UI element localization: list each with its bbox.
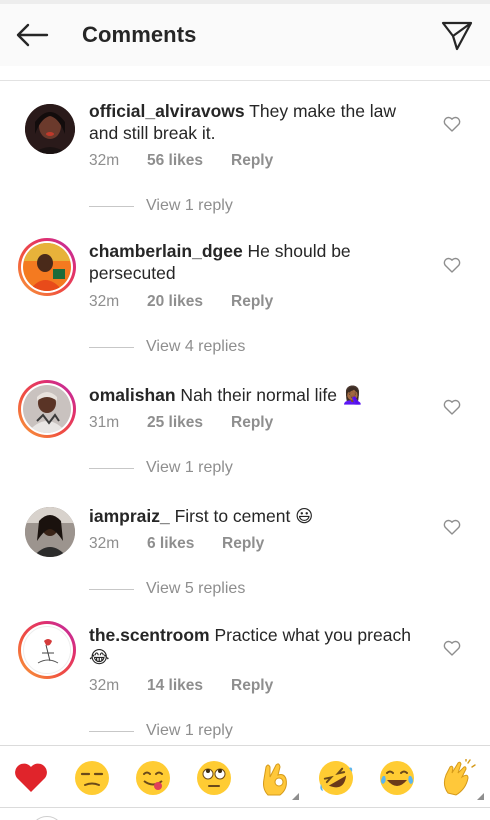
comment-text: omalishan Nah their normal life 🤦🏾‍♀️ [89, 384, 419, 406]
direct-share-button[interactable] [436, 16, 478, 56]
tears-of-joy-face-icon[interactable] [377, 758, 417, 798]
red-heart-icon [15, 763, 47, 792]
comment-meta: 32m 20 likes Reply [89, 293, 273, 311]
view-replies-label: View 1 reply [146, 197, 233, 214]
replies-divider-line [89, 467, 134, 469]
view-replies-button[interactable]: View 1 reply [89, 196, 233, 216]
tears-of-joy-face-glyph [380, 761, 414, 795]
unamused-face-glyph [75, 761, 109, 795]
view-replies-button[interactable]: View 1 reply [89, 458, 233, 478]
view-replies-label: View 4 replies [146, 338, 246, 355]
unamused-face-icon[interactable] [72, 758, 112, 798]
avatar[interactable] [21, 100, 79, 158]
comment-likes[interactable]: 25 likes [147, 414, 231, 432]
like-comment-button[interactable] [441, 638, 463, 658]
comment-meta: 32m 14 likes Reply [89, 677, 273, 695]
avatar[interactable] [18, 380, 76, 438]
view-replies-label: View 5 replies [146, 580, 246, 597]
heart-outline-icon [443, 640, 461, 656]
replies-divider-line [89, 588, 134, 590]
comment-meta: 31m 25 likes Reply [89, 414, 273, 432]
comment-text: iampraiz_ First to cement 😃 [89, 505, 419, 527]
avatar[interactable] [18, 238, 76, 296]
comment-item: chamberlain_dgee He should be persecuted… [0, 238, 490, 360]
skin-tone-indicator-icon [292, 793, 299, 800]
heart-outline-icon [443, 399, 461, 415]
reply-button[interactable]: Reply [231, 152, 273, 170]
emoji-quick-bar [0, 745, 490, 807]
yum-face-glyph [136, 761, 170, 795]
like-comment-button[interactable] [441, 517, 463, 537]
replies-divider-line [89, 346, 134, 348]
comment-text: chamberlain_dgee He should be persecuted [89, 240, 419, 284]
reply-button[interactable]: Reply [222, 535, 264, 553]
comment-username[interactable]: official_alviravows [89, 101, 245, 121]
comment-time: 32m [89, 293, 120, 310]
page-title: Comments [82, 22, 197, 47]
avatar[interactable] [18, 621, 76, 679]
comment-body: First to cement 😃 [169, 506, 314, 526]
comment-time: 31m [89, 414, 120, 431]
comment-meta: 32m 6 likes Reply [89, 535, 264, 553]
heart-outline-icon [443, 257, 461, 273]
header-divider [0, 80, 490, 81]
like-comment-button[interactable] [441, 397, 463, 417]
comment-composer [0, 808, 490, 820]
yum-face-icon[interactable] [133, 758, 173, 798]
back-button[interactable] [12, 18, 52, 52]
replies-divider-line [89, 730, 134, 732]
rofl-face-icon[interactable] [316, 758, 356, 798]
heart-outline-icon [443, 116, 461, 132]
reply-button[interactable]: Reply [231, 677, 273, 695]
comment-username[interactable]: omalishan [89, 385, 176, 405]
ok-hand-icon[interactable] [255, 758, 299, 800]
view-replies-button[interactable]: View 5 replies [89, 579, 245, 599]
comment-time: 32m [89, 677, 120, 694]
replies-divider-line [89, 205, 134, 207]
heart-emoji-icon[interactable] [11, 758, 51, 798]
comment-username[interactable]: iampraiz_ [89, 506, 170, 526]
comment-time: 32m [89, 152, 120, 169]
comment-item: official_alviravows They make the law an… [0, 100, 490, 220]
comment-likes[interactable]: 14 likes [147, 677, 231, 695]
back-arrow-icon [16, 23, 49, 47]
comment-time: 32m [89, 535, 120, 552]
skin-tone-indicator-icon [477, 793, 484, 800]
heart-outline-icon [443, 519, 461, 535]
comment-item: iampraiz_ First to cement 😃 32m 6 likes … [0, 503, 490, 623]
ok-hand-glyph [263, 763, 287, 796]
comment-body: Nah their normal life 🤦🏾‍♀️ [175, 385, 364, 405]
view-replies-label: View 1 reply [146, 459, 233, 476]
user-photo-icon [23, 385, 71, 433]
comment-item: the.scentroom Practice what you preach 😂… [0, 621, 490, 744]
comment-likes[interactable]: 20 likes [147, 293, 231, 311]
user-photo-icon [23, 243, 71, 291]
clapping-hands-icon[interactable] [438, 758, 484, 800]
view-replies-button[interactable]: View 4 replies [89, 337, 245, 357]
rofl-face-glyph [319, 761, 353, 795]
eye-roll-face-glyph [197, 761, 231, 795]
like-comment-button[interactable] [441, 114, 463, 134]
comment-text: official_alviravows They make the law an… [89, 100, 419, 144]
paper-plane-icon [441, 21, 473, 51]
comment-item: omalishan Nah their normal life 🤦🏾‍♀️ 31… [0, 380, 490, 502]
user-photo-icon [25, 507, 75, 557]
clapping-hands-glyph [443, 759, 476, 796]
user-photo-icon [25, 104, 75, 154]
comment-username[interactable]: the.scentroom [89, 625, 210, 645]
avatar[interactable] [21, 503, 79, 561]
view-replies-label: View 1 reply [146, 722, 233, 739]
eye-roll-face-icon[interactable] [194, 758, 234, 798]
app-header: Comments [0, 4, 490, 66]
like-comment-button[interactable] [441, 255, 463, 275]
brand-logo-icon [25, 628, 70, 673]
reply-button[interactable]: Reply [231, 293, 273, 311]
comment-likes[interactable]: 56 likes [147, 152, 231, 170]
view-replies-button[interactable]: View 1 reply [89, 721, 233, 741]
comment-likes[interactable]: 6 likes [147, 535, 222, 553]
reply-button[interactable]: Reply [231, 414, 273, 432]
comment-username[interactable]: chamberlain_dgee [89, 241, 243, 261]
comment-text: the.scentroom Practice what you preach 😂 [89, 624, 419, 668]
comment-meta: 32m 56 likes Reply [89, 152, 273, 170]
